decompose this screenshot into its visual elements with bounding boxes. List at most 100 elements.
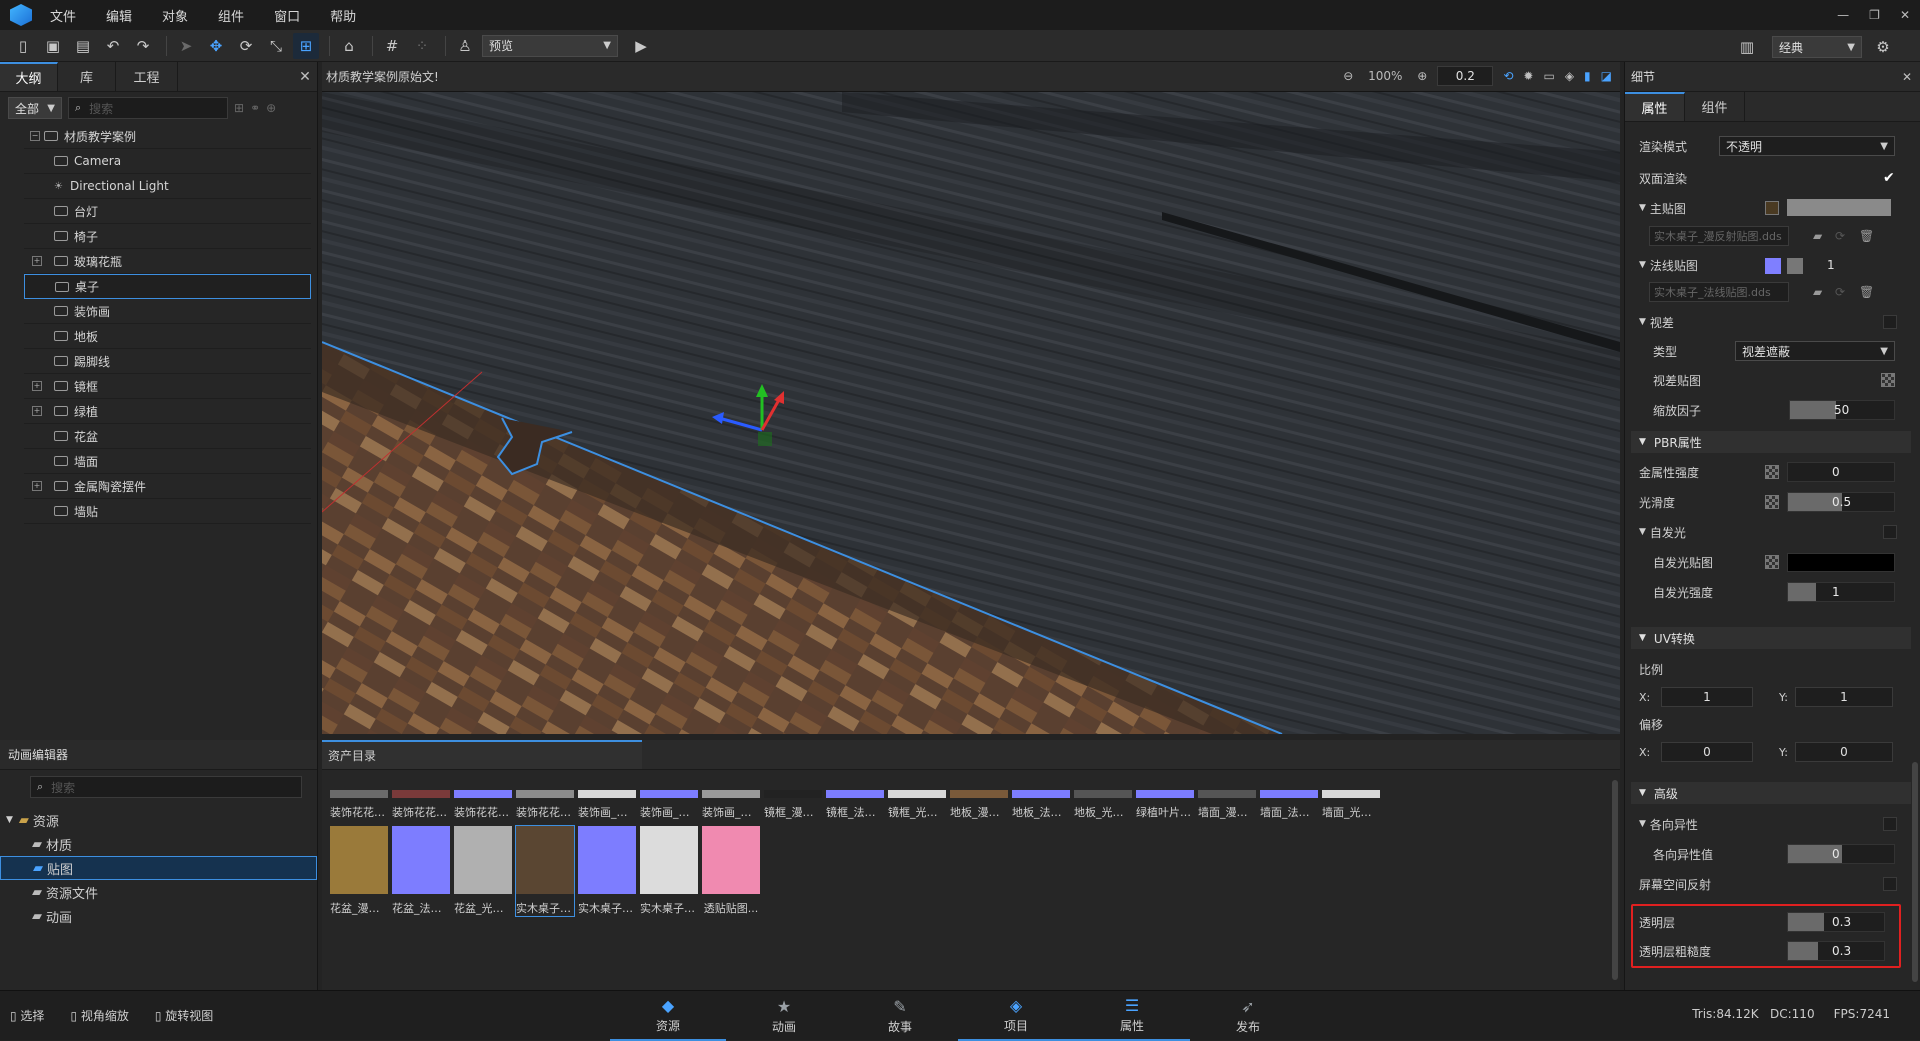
normal-strength-field[interactable]: 1 [1809,255,1891,275]
main-map-file[interactable]: 实木桌子_漫反射贴图.dds [1649,226,1789,246]
tree-item[interactable]: 踢脚线 [24,349,311,374]
asset-thumb[interactable]: 镜框_漫反... [764,790,822,820]
move-tool-icon[interactable]: ✥ [203,33,229,59]
offset-x-field[interactable]: 0 [1661,742,1753,762]
menu-window[interactable]: 窗口 [274,6,300,25]
layout-icon[interactable]: ▥ [1734,34,1760,60]
select-mode[interactable]: ▯ 选择 [10,1007,44,1024]
asset-thumb[interactable]: 实木桌子_... [578,826,636,916]
undo-icon[interactable]: ↶ [100,33,126,59]
grid-dots-icon[interactable]: ⁘ [409,33,435,59]
metal-slider[interactable]: 0 [1787,462,1895,482]
uv-section[interactable]: ▼ UV转换 [1631,627,1911,649]
expand-icon[interactable]: + [32,481,42,491]
asset-thumb[interactable]: 镜框_法线... [826,790,884,820]
camera-icon[interactable]: ▭ [1543,69,1554,83]
parallax-map-thumb-icon[interactable] [1881,373,1895,387]
asset-thumb[interactable]: 装饰花花茎... [330,790,388,820]
menu-file[interactable]: 文件 [50,6,76,25]
anim-search[interactable]: ⌕ 搜索 [30,776,302,798]
emissive-color[interactable] [1787,553,1895,572]
scale-tool-icon[interactable]: ⤡ [263,33,289,59]
camera-mode-icon[interactable]: ♙ [452,33,478,59]
tab-project[interactable]: 工程 [116,62,178,91]
layout-dropdown[interactable]: 经典 ▼ [1772,36,1862,58]
tree-item[interactable]: ☀ Directional Light [24,174,311,199]
asset-thumb[interactable]: 绿植叶片_... [1136,790,1194,820]
folder-icon[interactable]: ▰ [1813,229,1822,243]
emissive-map-icon[interactable] [1765,555,1779,569]
tree-item[interactable]: 椅子 [24,224,311,249]
clearcoat-slider[interactable]: 0.3 [1787,912,1885,932]
parallax-checkbox[interactable] [1883,315,1897,329]
bottom-tab-project[interactable]: ◈ 项目 [958,991,1074,1041]
asset-thumb[interactable]: 地板_法线... [1012,790,1070,820]
type-dropdown[interactable]: 视差遮蔽 ▼ [1735,341,1895,361]
expand-icon[interactable]: ▼ [1639,317,1646,327]
preview-mode-dropdown[interactable]: 预览 ▼ [482,34,618,57]
asset-thumb[interactable]: 镜框_光滑... [888,790,946,820]
world-axes-icon[interactable]: ⟲ [1503,69,1513,83]
expand-icon[interactable]: ▼ [1639,203,1646,213]
tree-item[interactable]: 花盆 [24,424,311,449]
close-panel-icon[interactable]: ✕ [293,62,317,91]
expand-icon[interactable]: + [32,406,42,416]
scene-view[interactable] [322,92,1620,734]
tree-item[interactable]: 装饰画 [24,299,311,324]
menu-help[interactable]: 帮助 [330,6,356,25]
menu-component[interactable]: 组件 [218,6,244,25]
folder-icon[interactable]: ▰ [1813,285,1822,299]
asset-thumb[interactable]: 实木桌子_... [640,826,698,916]
outline-search[interactable]: ⌕ 搜索 [68,97,228,119]
bottom-tab-publish[interactable]: ➶ 发布 [1190,991,1306,1041]
rotate-mode[interactable]: ▯ 旋转视图 [155,1007,213,1024]
tab-components[interactable]: 组件 [1685,92,1745,121]
smooth-slider[interactable]: 0.5 [1787,492,1895,512]
asset-thumb[interactable]: 墙面_光滑... [1322,790,1380,820]
asset-thumb[interactable]: 墙面_法线... [1260,790,1318,820]
asset-thumb[interactable]: 花盆_光滑... [454,826,512,916]
tree-item[interactable]: 墙贴 [24,499,311,524]
link-icon[interactable]: ⚭ [250,101,260,115]
menu-edit[interactable]: 编辑 [106,6,132,25]
tree-item[interactable]: 地板 [24,324,311,349]
emissive-strength-slider[interactable]: 1 [1787,582,1895,602]
metal-map-icon[interactable] [1765,465,1779,479]
normal-map-color[interactable] [1787,258,1803,274]
tree-item[interactable]: + 玻璃花瓶 [24,249,311,274]
bottom-tab-properties[interactable]: ☰ 属性 [1074,991,1190,1041]
asset-thumb[interactable]: 实木桌子_... [515,825,575,917]
tab-library[interactable]: 库 [58,62,116,91]
pbr-section[interactable]: ▼ PBR属性 [1631,431,1911,453]
bottom-tab-animation[interactable]: ★ 动画 [726,991,842,1041]
tab-properties[interactable]: 属性 [1625,92,1685,121]
tab-outline[interactable]: 大纲 [0,62,58,91]
close-window-icon[interactable]: ✕ [1900,8,1910,22]
double-sided-check-icon[interactable]: ✔ [1883,170,1895,186]
minimize-icon[interactable]: — [1837,8,1849,22]
redo-icon[interactable]: ↷ [130,33,156,59]
lock-view-icon[interactable]: ▮ [1584,69,1591,83]
trash-icon[interactable]: 🗑 [1859,229,1874,243]
tree-item[interactable]: Camera [24,149,311,174]
emissive-checkbox[interactable] [1883,525,1897,539]
select-tool-icon[interactable]: ➤ [173,33,199,59]
asset-thumb[interactable]: 透贴贴图... [702,826,760,916]
tree-item[interactable]: + 金属陶瓷摆件 [24,474,311,499]
save-icon[interactable]: ▣ [40,33,66,59]
cube-icon[interactable]: ◈ [1565,69,1574,83]
offset-y-field[interactable]: 0 [1795,742,1893,762]
expand-icon[interactable]: ▼ [1639,260,1646,270]
asset-thumb[interactable]: 装饰花花球... [454,790,512,820]
tree-item[interactable]: 台灯 [24,199,311,224]
ssr-checkbox[interactable] [1883,877,1897,891]
close-panel-icon[interactable]: ✕ [1902,70,1912,84]
normal-map-file[interactable]: 实木桌子_法线贴图.dds [1649,282,1789,302]
filter-dropdown[interactable]: 全部 ▼ [8,97,62,119]
clearcoat-rough-slider[interactable]: 0.3 [1787,941,1885,961]
viewport[interactable]: 材质教学案例原始文! ⊖ 100% ⊕ 0.2 ⟲ ✹ ▭ ◈ ▮ ◪ [322,62,1620,734]
smooth-map-icon[interactable] [1765,495,1779,509]
rotate-tool-icon[interactable]: ⟳ [233,33,259,59]
save-all-icon[interactable]: ▤ [70,33,96,59]
details-scrollbar[interactable] [1912,762,1918,982]
